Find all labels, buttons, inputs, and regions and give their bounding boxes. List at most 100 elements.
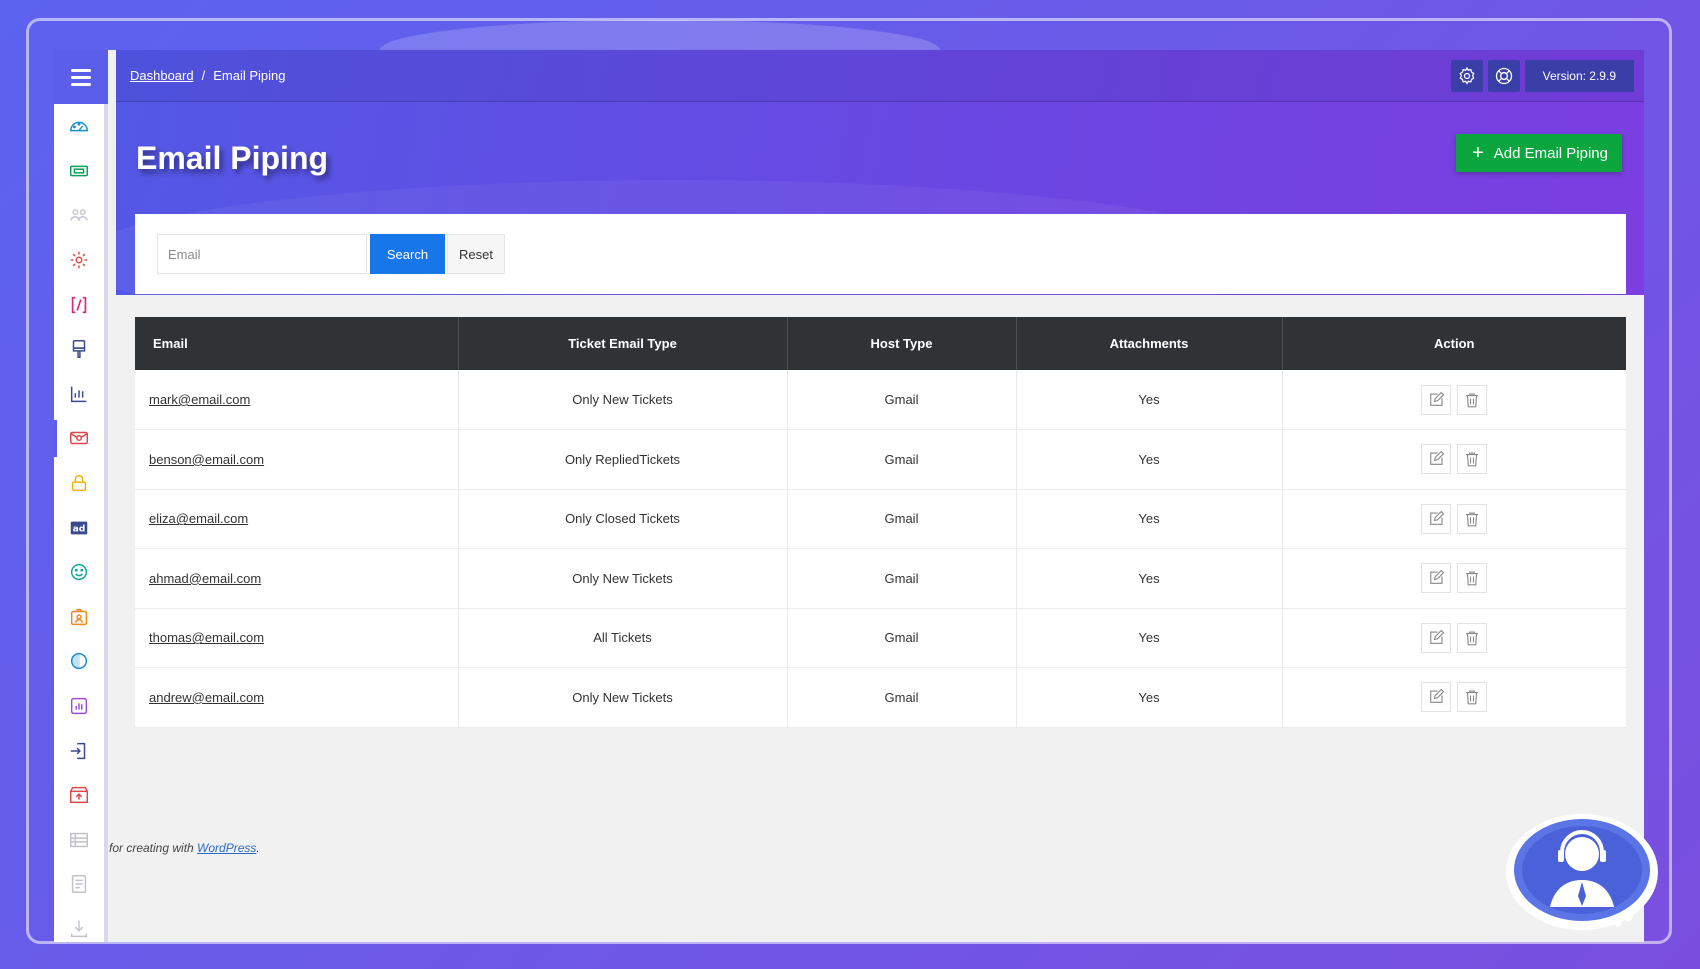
menu-icon bbox=[71, 75, 91, 79]
email-link[interactable]: ahmad@email.com bbox=[149, 571, 261, 586]
trash-icon bbox=[1466, 512, 1479, 527]
email-link[interactable]: mark@email.com bbox=[149, 392, 250, 407]
email-link[interactable]: thomas@email.com bbox=[149, 630, 264, 645]
sidebar-item-archive[interactable] bbox=[54, 773, 104, 818]
action-cell bbox=[1282, 667, 1626, 728]
email-cell: mark@email.com bbox=[135, 370, 459, 430]
delete-button[interactable] bbox=[1457, 384, 1488, 415]
sidebar-item-reports[interactable] bbox=[54, 684, 104, 729]
table-row: ahmad@email.com Only New Tickets Gmail Y… bbox=[135, 548, 1626, 609]
edit-button[interactable] bbox=[1421, 444, 1452, 475]
sidebar-item-documents[interactable] bbox=[54, 862, 104, 907]
download-icon bbox=[70, 920, 88, 938]
edit-button[interactable] bbox=[1421, 682, 1452, 713]
dashboard-icon bbox=[70, 121, 88, 132]
action-cell bbox=[1282, 548, 1626, 609]
host-type-cell: Gmail bbox=[787, 370, 1017, 430]
sidebar-item-users[interactable] bbox=[54, 193, 104, 238]
support-chat-bubble[interactable] bbox=[1500, 812, 1660, 934]
table-header-row: Email Ticket Email Type Host Type Attach… bbox=[135, 317, 1626, 370]
code-icon bbox=[71, 296, 87, 313]
trash-icon bbox=[1466, 392, 1479, 407]
sidebar-item-code[interactable] bbox=[54, 282, 104, 327]
sidebar-item-profile[interactable] bbox=[54, 595, 104, 640]
trash-icon bbox=[1466, 631, 1479, 646]
edit-button[interactable] bbox=[1421, 563, 1452, 594]
wordpress-link[interactable]: WordPress bbox=[197, 841, 256, 855]
table-row: eliza@email.com Only Closed Tickets Gmai… bbox=[135, 489, 1626, 549]
edit-button[interactable] bbox=[1421, 384, 1452, 415]
sidebar-menu: ad bbox=[54, 104, 104, 942]
edit-button[interactable] bbox=[1421, 622, 1452, 653]
footer-note: for creating with WordPress. bbox=[109, 841, 260, 855]
column-header-host-type: Host Type bbox=[787, 317, 1017, 370]
support-button[interactable] bbox=[1487, 60, 1520, 92]
attachments-cell: Yes bbox=[1016, 548, 1283, 609]
footer-suffix: . bbox=[256, 841, 260, 855]
lock-icon bbox=[71, 474, 87, 492]
email-cell: thomas@email.com bbox=[135, 608, 459, 668]
footer-text: for creating with bbox=[109, 841, 198, 855]
sidebar-item-feedback[interactable] bbox=[54, 550, 104, 595]
import-icon bbox=[70, 742, 86, 759]
delete-button[interactable] bbox=[1457, 622, 1488, 653]
sidebar-item-email-piping[interactable] bbox=[54, 416, 104, 461]
delete-button[interactable] bbox=[1457, 682, 1488, 713]
hamburger-menu-button[interactable] bbox=[54, 50, 108, 104]
column-header-action: Action bbox=[1282, 317, 1626, 370]
email-link[interactable]: andrew@email.com bbox=[149, 690, 264, 705]
sidebar-item-download[interactable] bbox=[54, 907, 104, 942]
sidebar-item-ads[interactable]: ad bbox=[54, 505, 104, 550]
sidebar-item-import[interactable] bbox=[54, 728, 104, 773]
delete-button[interactable] bbox=[1457, 563, 1488, 594]
archive-icon bbox=[70, 787, 88, 804]
breadcrumb-dashboard-link[interactable]: Dashboard bbox=[130, 68, 194, 83]
email-cell: benson@email.com bbox=[135, 429, 459, 490]
sidebar-item-customize[interactable] bbox=[54, 327, 104, 372]
sidebar-item-tickets[interactable] bbox=[54, 149, 104, 194]
edit-icon bbox=[1430, 510, 1445, 525]
gear-icon bbox=[1459, 66, 1475, 85]
sidebar-item-theme[interactable] bbox=[54, 639, 104, 684]
sidebar-item-settings[interactable] bbox=[54, 238, 104, 283]
ticket-type-cell: Only New Tickets bbox=[458, 667, 788, 728]
search-card: Search Reset bbox=[135, 214, 1626, 294]
ad-icon: ad bbox=[70, 521, 88, 534]
sidebar-item-statistics[interactable] bbox=[54, 372, 104, 417]
attachments-cell: Yes bbox=[1016, 489, 1283, 549]
document-icon bbox=[71, 875, 87, 894]
ticket-icon bbox=[70, 165, 88, 177]
edit-button[interactable] bbox=[1421, 503, 1452, 534]
svg-text:ad: ad bbox=[73, 523, 86, 534]
settings-button[interactable] bbox=[1450, 60, 1483, 92]
smiley-icon bbox=[70, 564, 88, 581]
email-link[interactable]: eliza@email.com bbox=[149, 511, 248, 526]
email-link[interactable]: benson@email.com bbox=[149, 452, 264, 467]
table-icon bbox=[70, 832, 88, 847]
breadcrumb-separator: / bbox=[201, 68, 206, 83]
report-icon bbox=[70, 697, 88, 715]
theme-icon bbox=[70, 653, 88, 670]
reset-button[interactable]: Reset bbox=[447, 234, 505, 274]
delete-button[interactable] bbox=[1457, 503, 1488, 534]
add-email-piping-label: Add Email Piping bbox=[1493, 144, 1608, 162]
action-cell bbox=[1282, 608, 1626, 668]
sidebar-item-security[interactable] bbox=[54, 461, 104, 506]
sidebar-item-table[interactable] bbox=[54, 818, 104, 863]
column-header-attachments: Attachments bbox=[1016, 317, 1283, 370]
delete-button[interactable] bbox=[1457, 444, 1488, 475]
edit-icon bbox=[1430, 391, 1445, 406]
ticket-type-cell: Only Closed Tickets bbox=[458, 489, 788, 549]
add-email-piping-button[interactable]: + Add Email Piping bbox=[1456, 134, 1622, 172]
email-piping-table-wrapper: Email Ticket Email Type Host Type Attach… bbox=[135, 317, 1626, 728]
lifebuoy-icon bbox=[1495, 67, 1512, 85]
email-cell: andrew@email.com bbox=[135, 667, 459, 728]
version-badge: Version: 2.9.9 bbox=[1524, 60, 1634, 92]
email-search-input[interactable] bbox=[157, 234, 367, 274]
sidebar: ad bbox=[54, 50, 108, 942]
table-row: mark@email.com Only New Tickets Gmail Ye… bbox=[135, 370, 1626, 430]
sidebar-item-dashboard[interactable] bbox=[54, 104, 104, 149]
id-card-icon bbox=[70, 608, 88, 625]
plus-icon: + bbox=[1472, 142, 1484, 164]
search-button[interactable]: Search bbox=[370, 234, 445, 274]
